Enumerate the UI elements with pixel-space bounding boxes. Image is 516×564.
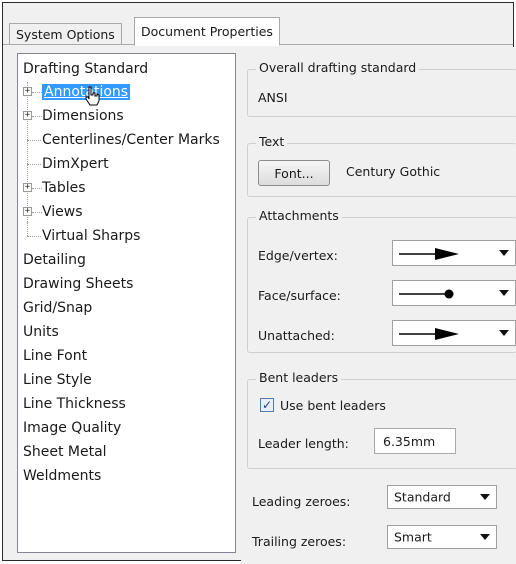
tree-item-weldments[interactable]: Weldments xyxy=(23,466,101,486)
font-button[interactable]: Font... xyxy=(258,160,330,186)
annotations-panel: Overall drafting standard ANSI Text Font… xyxy=(241,47,516,564)
tree-item-dimensions[interactable]: Dimensions xyxy=(42,106,124,126)
tree-connector xyxy=(32,92,42,93)
tab-system-options[interactable]: System Options xyxy=(9,23,122,44)
expand-icon[interactable]: + xyxy=(23,183,32,192)
expand-icon[interactable]: + xyxy=(23,111,32,120)
tree-item-views[interactable]: Views xyxy=(42,202,83,222)
text-group: Text Font... Century Gothic xyxy=(247,134,516,197)
expand-icon[interactable]: + xyxy=(23,87,32,96)
use-bent-leaders-checkbox[interactable]: ✓ xyxy=(260,398,274,412)
tree-item-sheet-metal[interactable]: Sheet Metal xyxy=(23,442,107,462)
tree-connector xyxy=(27,140,41,141)
tree-item-line-thickness[interactable]: Line Thickness xyxy=(23,394,126,414)
tree-item-detailing[interactable]: Detailing xyxy=(23,250,86,270)
tree-connector xyxy=(27,82,28,222)
tree-item-centerlines[interactable]: Centerlines/Center Marks xyxy=(42,130,220,150)
use-bent-leaders-label: Use bent leaders xyxy=(280,398,386,413)
hand-cursor-icon xyxy=(85,86,100,106)
chevron-down-icon xyxy=(499,330,509,336)
tree-connector xyxy=(32,188,42,189)
chevron-down-icon xyxy=(480,534,490,540)
tree-item-line-font[interactable]: Line Font xyxy=(23,346,87,366)
trailing-zeroes-dropdown[interactable]: Smart xyxy=(387,525,497,549)
filled-arrow-icon xyxy=(399,328,459,340)
tab-strip: System Options Document Properties xyxy=(3,3,513,46)
font-name: Century Gothic xyxy=(346,164,441,179)
properties-tree: Drafting Standard + Annotations + Dimens… xyxy=(17,53,236,553)
document-properties-dialog: System Options Document Properties Draft… xyxy=(2,2,516,564)
tree-item-grid-snap[interactable]: Grid/Snap xyxy=(23,298,92,318)
standard-value: ANSI xyxy=(258,90,288,105)
face-surface-label: Face/surface: xyxy=(258,288,341,303)
bent-leaders-group: Bent leaders ✓ Use bent leaders Leader l… xyxy=(247,370,516,469)
group-legend: Attachments xyxy=(256,208,342,223)
leading-zeroes-dropdown[interactable]: Standard xyxy=(387,485,497,509)
unattached-label: Unattached: xyxy=(258,328,335,343)
tree-connector xyxy=(27,236,41,237)
tree-item-tables[interactable]: Tables xyxy=(42,178,86,198)
group-legend: Overall drafting standard xyxy=(256,60,420,75)
tree-item-units[interactable]: Units xyxy=(23,322,59,342)
chevron-down-icon xyxy=(499,250,509,256)
leader-length-label: Leader length: xyxy=(258,436,349,451)
trailing-zeroes-label: Trailing zeroes: xyxy=(252,534,347,549)
tree-item-dimxpert[interactable]: DimXpert xyxy=(42,154,109,174)
dropdown-value: Smart xyxy=(394,529,432,545)
edge-vertex-label: Edge/vertex: xyxy=(258,248,338,263)
chevron-down-icon xyxy=(499,290,509,296)
leading-zeroes-label: Leading zeroes: xyxy=(252,494,351,509)
tab-document-properties[interactable]: Document Properties xyxy=(134,17,280,46)
chevron-down-icon xyxy=(480,494,490,500)
tree-connector xyxy=(27,164,41,165)
tree-connector xyxy=(32,116,42,117)
attachments-group: Attachments Edge/vertex: Face/surface: U… xyxy=(247,208,516,353)
dot-icon xyxy=(399,289,454,299)
tree-item-line-style[interactable]: Line Style xyxy=(23,370,92,390)
leader-length-input[interactable]: 6.35mm xyxy=(374,428,456,454)
expand-icon[interactable]: + xyxy=(23,207,32,216)
dropdown-value: Standard xyxy=(394,489,451,505)
tree-connector xyxy=(32,212,42,213)
overall-standard-group: Overall drafting standard ANSI xyxy=(247,60,516,117)
tree-connector xyxy=(27,222,28,236)
group-legend: Bent leaders xyxy=(256,370,342,385)
tree-item-image-quality[interactable]: Image Quality xyxy=(23,418,121,438)
unattached-dropdown[interactable] xyxy=(392,320,516,346)
filled-arrow-icon xyxy=(399,248,459,260)
group-legend: Text xyxy=(256,134,288,149)
tree-item-drawing-sheets[interactable]: Drawing Sheets xyxy=(23,274,133,294)
edge-vertex-dropdown[interactable] xyxy=(392,240,516,266)
tree-item-drafting-standard[interactable]: Drafting Standard xyxy=(23,59,148,79)
face-surface-dropdown[interactable] xyxy=(392,280,516,306)
tree-item-virtual-sharps[interactable]: Virtual Sharps xyxy=(42,226,140,246)
